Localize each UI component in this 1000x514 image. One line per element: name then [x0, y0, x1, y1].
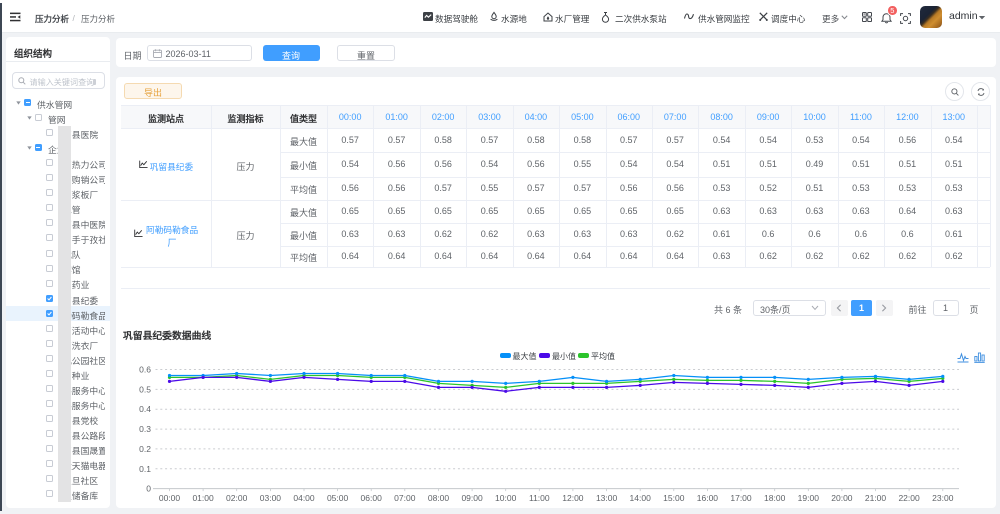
svg-text:09:00: 09:00: [461, 493, 483, 503]
svg-text:14:00: 14:00: [630, 493, 652, 503]
svg-text:0.4: 0.4: [139, 404, 151, 414]
svg-text:07:00: 07:00: [394, 493, 416, 503]
svg-text:18:00: 18:00: [764, 493, 786, 503]
svg-text:00:00: 00:00: [159, 493, 181, 503]
svg-text:01:00: 01:00: [192, 493, 214, 503]
svg-text:08:00: 08:00: [428, 493, 450, 503]
svg-text:20:00: 20:00: [831, 493, 853, 503]
svg-text:21:00: 21:00: [865, 493, 887, 503]
svg-text:0.1: 0.1: [139, 464, 151, 474]
svg-text:15:00: 15:00: [663, 493, 685, 503]
svg-text:19:00: 19:00: [798, 493, 820, 503]
svg-text:03:00: 03:00: [260, 493, 282, 503]
svg-text:23:00: 23:00: [932, 493, 954, 503]
svg-text:22:00: 22:00: [898, 493, 920, 503]
svg-text:11:00: 11:00: [529, 493, 550, 503]
svg-text:05:00: 05:00: [327, 493, 349, 503]
svg-text:0.3: 0.3: [139, 424, 151, 434]
svg-text:06:00: 06:00: [361, 493, 383, 503]
svg-text:02:00: 02:00: [226, 493, 248, 503]
svg-text:0.5: 0.5: [139, 384, 151, 394]
svg-text:0: 0: [146, 484, 151, 494]
svg-text:16:00: 16:00: [697, 493, 719, 503]
svg-text:17:00: 17:00: [730, 493, 752, 503]
svg-text:04:00: 04:00: [293, 493, 315, 503]
svg-text:0.6: 0.6: [139, 365, 151, 375]
svg-text:12:00: 12:00: [562, 493, 584, 503]
svg-text:10:00: 10:00: [495, 493, 517, 503]
svg-text:13:00: 13:00: [596, 493, 618, 503]
svg-text:0.2: 0.2: [139, 444, 151, 454]
